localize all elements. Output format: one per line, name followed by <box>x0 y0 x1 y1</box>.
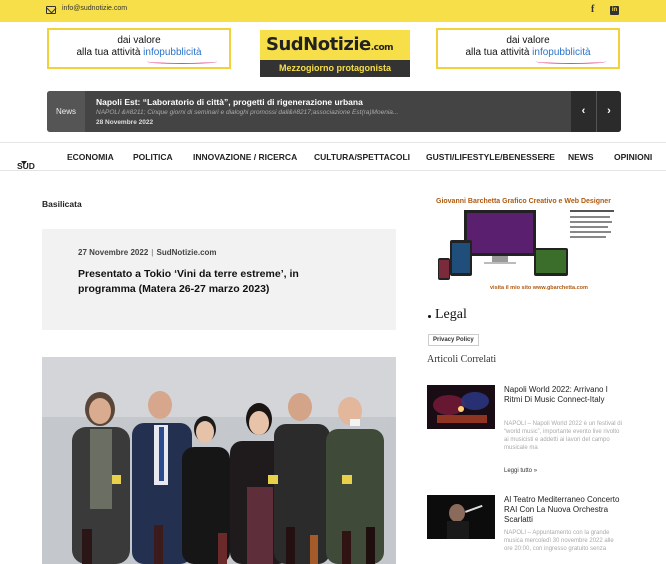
concert-image <box>427 385 495 429</box>
header-ad-right[interactable]: dai valore alla tua attività infopubblic… <box>436 28 620 69</box>
article-date: 27 Novembre 2022 <box>78 248 149 257</box>
article-source[interactable]: SudNotizie.com <box>157 248 217 257</box>
legal-heading: Legal <box>435 307 467 322</box>
logo-top: SudNotizie.com <box>260 30 410 60</box>
conductor-image <box>427 495 495 539</box>
devices-illustration <box>438 210 614 280</box>
logo-brand: SudNotizie.com <box>266 34 394 55</box>
mail-icon <box>46 6 56 14</box>
linkedin-icon[interactable]: in <box>610 6 619 15</box>
facebook-icon[interactable]: f <box>591 4 594 15</box>
nav-divider-bottom <box>0 170 666 171</box>
related-title[interactable]: Al Teatro Mediterraneo Concerto RAI Con … <box>504 495 622 525</box>
main-nav: SUD ECONOMIA POLITICA INNOVAZIONE / RICE… <box>17 152 653 171</box>
related-article: Al Teatro Mediterraneo Concerto RAI Con … <box>427 495 622 564</box>
contact-email[interactable]: info@sudnotizie.com <box>62 5 127 12</box>
ad-line2: alla tua attività infopubblicità <box>76 47 202 58</box>
caret-down-icon <box>21 161 27 165</box>
article-category[interactable]: Basilicata <box>42 199 82 209</box>
site-logo[interactable]: SudNotizie.com Mezzogiorno protagonista <box>260 30 410 77</box>
related-excerpt: NAPOLI – Napoli World 2022 è un festival… <box>504 421 622 451</box>
nav-item-politica[interactable]: POLITICA <box>133 152 173 162</box>
related-excerpt: NAPOLI – Appuntamento con la grande musi… <box>504 530 614 552</box>
ticker-excerpt: NAPOLI &#8211; Cinque giorni di seminari… <box>96 109 399 116</box>
meta-separator: | <box>151 248 154 257</box>
swoosh-decoration <box>147 59 217 64</box>
related-articles-heading: Articoli Correlati <box>427 354 497 365</box>
ticker-label: News <box>47 91 85 132</box>
news-ticker: News Napoli Est: “Laboratorio di città”,… <box>47 91 621 132</box>
ticker-next-button[interactable]: › <box>596 91 621 132</box>
article-meta: 27 Novembre 2022 | SudNotizie.com <box>78 248 217 257</box>
banner-link: visita il mio sito www.gbarchetta.com <box>490 285 588 291</box>
related-article: Napoli World 2022: Arrivano I Ritmi Di M… <box>427 385 622 480</box>
ad-line1: dai valore <box>506 35 550 46</box>
top-bar: info@sudnotizie.com f in <box>0 0 666 22</box>
article-title: Presentato a Tokio ‘Vini da terre estrem… <box>78 268 299 295</box>
logo-tagline: Mezzogiorno protagonista <box>260 60 410 77</box>
ticker-date: 28 Novembre 2022 <box>96 119 154 126</box>
nav-item-gusti[interactable]: GUSTI/LIFESTYLE/BENESSERE <box>426 152 555 162</box>
privacy-policy-link[interactable]: Privacy Policy <box>428 334 479 346</box>
nav-item-cultura[interactable]: CULTURA/SPETTACOLI <box>314 152 410 162</box>
article-header-card: 27 Novembre 2022 | SudNotizie.com Presenta… <box>42 229 396 330</box>
list-bullet <box>428 315 431 318</box>
related-title[interactable]: Napoli World 2022: Arrivano I Ritmi Di M… <box>504 385 622 405</box>
related-thumbnail[interactable] <box>427 385 495 429</box>
nav-item-economia[interactable]: ECONOMIA <box>67 152 114 162</box>
nav-item-innovazione[interactable]: INNOVAZIONE / RICERCA <box>193 152 297 162</box>
ticker-headline[interactable]: Napoli Est: “Laboratorio di città”, prog… <box>96 97 363 107</box>
nav-item-opinioni[interactable]: OPINIONI <box>614 152 652 162</box>
sidebar-ad-banner[interactable]: Giovanni Barchetta Grafico Creativo e We… <box>430 196 616 299</box>
ad-line1: dai valore <box>117 35 161 46</box>
swoosh-decoration <box>536 59 606 64</box>
header-ad-left[interactable]: dai valore alla tua attività infopubblic… <box>47 28 231 69</box>
ticker-prev-button[interactable]: ‹ <box>571 91 596 132</box>
related-thumbnail[interactable] <box>427 495 495 539</box>
nav-item-news[interactable]: NEWS <box>568 152 594 162</box>
article-photo <box>42 357 396 564</box>
ad-line2: alla tua attività infopubblicità <box>465 47 591 58</box>
read-more-link[interactable]: Leggi tutto » <box>504 468 537 474</box>
group-photo-image <box>42 357 396 564</box>
